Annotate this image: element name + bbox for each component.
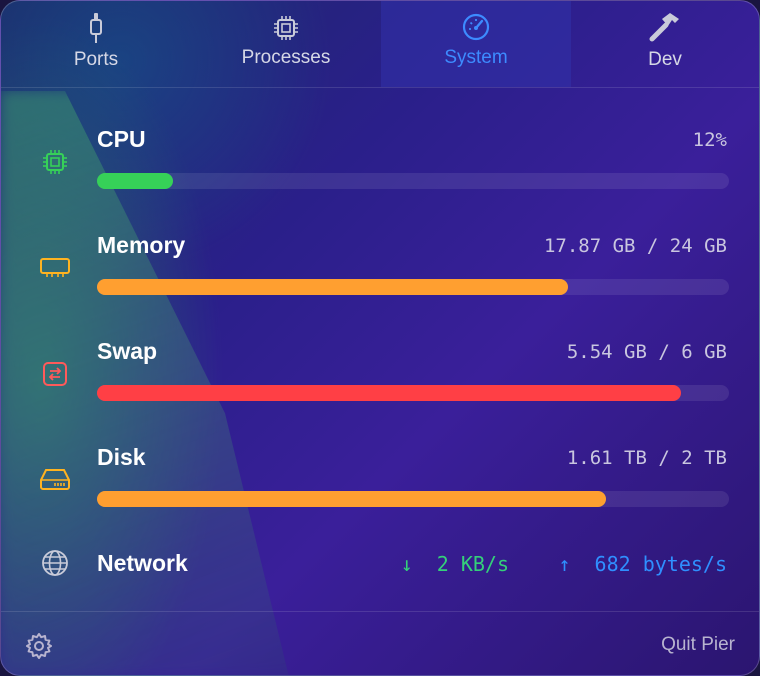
globe-icon	[39, 547, 71, 579]
cpu-label: CPU	[97, 126, 146, 152]
memory-value: 17.87 GB / 24 GB	[543, 235, 727, 257]
tab-dev[interactable]: Dev	[571, 1, 759, 87]
hammer-icon	[648, 9, 682, 43]
tab-system[interactable]: System	[381, 1, 571, 87]
arrow-up-icon: ↑	[558, 552, 571, 576]
disk-label: Disk	[97, 444, 146, 470]
pier-window: Ports Processes System Dev CPU 12% Memor…	[0, 0, 760, 676]
swap-bar	[97, 385, 729, 401]
memory-label: Memory	[97, 232, 186, 258]
memory-bar	[97, 279, 729, 295]
swap-icon	[39, 358, 71, 390]
network-upload-value: 682 bytes/s	[594, 552, 727, 576]
network-download-value: 2 KB/s	[436, 552, 509, 576]
plug-icon	[89, 9, 103, 43]
tab-processes-label: Processes	[241, 47, 331, 68]
cpu-bar-fill	[97, 173, 173, 189]
cpu-bar	[97, 173, 729, 189]
cpu-icon	[39, 146, 71, 178]
gauge-icon	[462, 7, 490, 41]
swap-bar-fill	[97, 385, 681, 401]
chip-icon	[273, 7, 299, 41]
tab-processes[interactable]: Processes	[191, 1, 381, 87]
tab-bar: Ports Processes System Dev	[1, 1, 759, 88]
gear-icon[interactable]	[25, 632, 53, 660]
tab-ports-label: Ports	[73, 49, 119, 70]
quit-button[interactable]: Quit Pier	[661, 634, 735, 656]
disk-icon	[39, 463, 71, 495]
memory-icon	[39, 251, 71, 283]
network-label: Network	[97, 550, 188, 576]
disk-bar-fill	[97, 491, 606, 507]
tab-system-label: System	[444, 47, 508, 68]
arrow-down-icon: ↓	[400, 552, 413, 576]
network-upload: ↑ 682 bytes/s	[558, 552, 727, 576]
network-download: ↓ 2 KB/s	[401, 552, 509, 576]
cpu-value: 12%	[692, 129, 727, 151]
disk-bar	[97, 491, 729, 507]
swap-label: Swap	[97, 338, 158, 364]
footer: Quit Pier	[1, 611, 759, 675]
tab-dev-label: Dev	[648, 49, 682, 70]
tab-ports[interactable]: Ports	[1, 1, 191, 87]
memory-bar-fill	[97, 279, 568, 295]
swap-value: 5.54 GB / 6 GB	[566, 341, 727, 363]
disk-value: 1.61 TB / 2 TB	[566, 447, 727, 469]
